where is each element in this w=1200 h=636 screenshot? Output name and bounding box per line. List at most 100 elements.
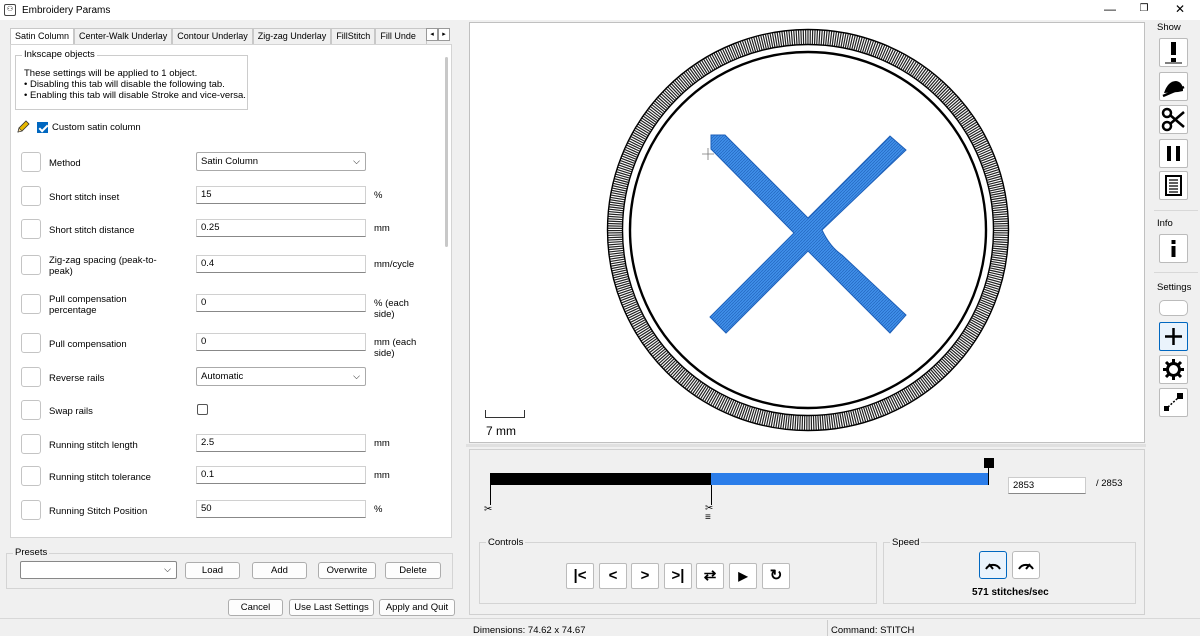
jump-stitch-icon [1162,81,1185,98]
presets-group: Presets ⌵ Load Add Overwrite Delete [6,547,453,589]
panel-splitter[interactable] [466,444,1146,447]
tab-zigzag-underlay[interactable]: Zig-zag Underlay [252,28,332,44]
show-color-changes-button[interactable] [1159,171,1188,200]
info-button[interactable] [1159,234,1188,263]
param-row-swap-rails: Swap rails [21,400,431,424]
satin-params-panel: Inkscape objects These settings will be … [10,44,452,538]
param-toggle[interactable] [21,255,41,275]
add-crosshair-button[interactable] [1159,322,1188,351]
speed-slow-button[interactable] [979,551,1007,579]
step-forward-button[interactable]: > [631,563,659,589]
current-stitch-input[interactable]: 2853 [1008,477,1086,494]
param-label: Short stitch distance [49,225,135,236]
param-label: Method [49,158,81,169]
param-toggle[interactable] [21,367,41,387]
gauge-fast-icon [1018,563,1034,570]
info-icon [1171,240,1176,257]
inkscape-objects-group: Inkscape objects These settings will be … [15,49,248,110]
pull-comp-percentage-input[interactable]: 0 [196,294,366,312]
play-button[interactable]: ▶ [729,563,757,589]
gear-settings-button[interactable] [1159,355,1188,384]
add-preset-button[interactable]: Add [252,562,307,579]
apply-and-quit-button[interactable]: Apply and Quit [379,599,455,616]
param-toggle[interactable] [21,466,41,486]
swap-rails-checkbox[interactable] [197,404,208,415]
tab-fill-underlay[interactable]: Fill Unde [375,28,428,44]
resize-button[interactable] [1159,388,1188,417]
cancel-button[interactable]: Cancel [228,599,283,616]
param-toggle[interactable] [21,152,41,172]
param-label: Swap rails [49,406,93,417]
running-stitch-length-input[interactable]: 2.5 [196,434,366,452]
use-last-settings-button[interactable]: Use Last Settings [289,599,374,616]
param-toggle[interactable] [21,186,41,206]
short-stitch-distance-input[interactable]: 0.25 [196,219,366,237]
reverse-direction-button[interactable]: ⇄ [696,563,724,589]
jump-to-end-button[interactable]: >| [664,563,692,589]
show-trims-button[interactable] [1159,105,1188,134]
speed-readout: 571 stitches/sec [972,587,1049,598]
delete-preset-button[interactable]: Delete [385,562,441,579]
param-label: Reverse rails [49,373,105,384]
close-button[interactable]: ✕ [1160,0,1200,20]
tab-scroll-left-button[interactable]: ◂ [426,28,438,41]
zigzag-spacing-input[interactable]: 0.4 [196,255,366,273]
preset-select[interactable]: ⌵ [20,561,177,579]
info-line-2: • Disabling this tab will disable the fo… [24,79,225,90]
running-stitch-tolerance-input[interactable]: 0.1 [196,466,366,484]
reverse-rails-select[interactable]: Automatic ⌵ [196,367,366,386]
param-row-short-stitch-inset: Short stitch inset 15 % [21,186,431,210]
param-toggle[interactable] [21,434,41,454]
tab-satin-column[interactable]: Satin Column [10,28,75,45]
param-unit: % (each side) [374,298,409,320]
dimensions-status: Dimensions: 74.62 x 74.67 [473,625,586,636]
slider-track-color-block[interactable] [711,473,989,485]
show-warnings-button[interactable] [1159,38,1188,67]
color-change-icon [1165,175,1182,196]
controls-legend: Controls [486,537,526,548]
show-stops-button[interactable] [1159,139,1188,168]
load-preset-button[interactable]: Load [185,562,240,579]
pull-compensation-input[interactable]: 0 [196,333,366,351]
show-jumps-button[interactable] [1159,72,1188,101]
param-toggle[interactable] [21,294,41,314]
info-line-1: These settings will be applied to 1 obje… [24,68,198,79]
params-scrollbar[interactable] [445,57,448,247]
param-row-running-stitch-position: Running Stitch Position 50 % [21,500,431,524]
param-row-pull-compensation: Pull compensation 0 mm (each side) [21,333,431,359]
param-row-pull-comp-percentage: Pull compensation percentage 0 % (each s… [21,294,431,320]
speed-legend: Speed [890,537,922,548]
param-toggle[interactable] [21,333,41,353]
slider-track-completed[interactable] [490,473,711,485]
param-label: Short stitch inset [49,192,120,203]
param-toggle[interactable] [21,500,41,520]
restart-button[interactable]: ↻ [762,563,790,589]
tab-scroll-right-button[interactable]: ▸ [438,28,450,41]
slider-handle[interactable] [984,458,994,468]
custom-satin-label: Custom satin column [52,121,141,133]
param-unit: mm [374,438,390,449]
tab-fillstitch[interactable]: FillStitch [331,28,376,44]
step-back-button[interactable]: < [599,563,627,589]
param-toggle[interactable] [21,219,41,239]
param-toggle[interactable] [21,400,41,420]
param-unit: mm/cycle [374,259,415,270]
param-unit: % [374,190,383,201]
tab-center-walk-underlay[interactable]: Center-Walk Underlay [74,28,173,44]
stitch-preview-canvas[interactable] [469,22,1145,443]
scale-label: 7 mm [486,424,516,438]
speed-fast-button[interactable] [1012,551,1040,579]
restore-button[interactable]: ❐ [1124,0,1164,20]
short-stitch-inset-input[interactable]: 15 [196,186,366,204]
method-select[interactable]: Satin Column ⌵ [196,152,366,171]
x-shape-stitches [709,134,907,334]
overwrite-preset-button[interactable]: Overwrite [318,562,376,579]
settings-toggle-button[interactable] [1159,300,1188,316]
jump-to-start-button[interactable]: |< [566,563,594,589]
param-row-short-stitch-distance: Short stitch distance 0.25 mm [21,219,431,243]
tab-contour-underlay[interactable]: Contour Underlay [172,28,253,44]
custom-satin-checkbox[interactable] [37,121,48,133]
param-label: Pull compensation [49,339,127,350]
running-stitch-position-input[interactable]: 50 [196,500,366,518]
info-label: Info [1157,218,1173,229]
